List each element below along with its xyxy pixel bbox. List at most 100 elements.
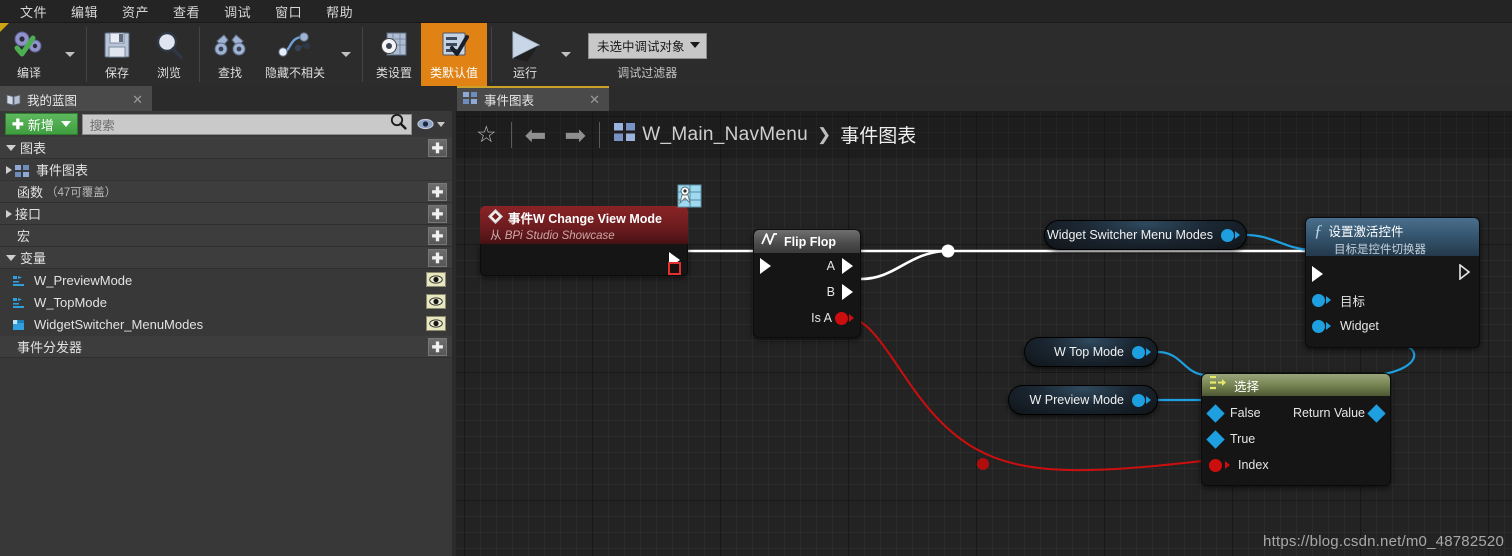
flip-flop-row-isa: Is A [754,305,860,331]
compile-button[interactable]: 编译 [0,23,58,86]
menu-asset[interactable]: 资产 [110,0,161,23]
section-functions[interactable]: 函数 （47可覆盖） ✚ [0,181,452,203]
browse-button[interactable]: 浏览 [143,23,195,86]
visibility-eye-icon-1[interactable] [426,272,446,287]
collapse-triangle-icon-2 [6,209,12,218]
flip-flop-exec-in-pin[interactable] [760,258,771,274]
class-defaults-button[interactable]: 类默认值 [421,23,488,86]
select-pin-return[interactable] [1367,403,1386,423]
menu-debug[interactable]: 调试 [212,0,263,23]
node-get-w-preview-mode[interactable]: W Preview Mode [1008,385,1158,415]
chevron-down-icon-add [60,121,71,127]
book-icon [6,93,21,106]
debug-object-select[interactable]: 未选中调试对象 [588,32,707,59]
variable-w-previewmode[interactable]: W_PreviewMode [0,269,452,291]
set-active-widget-title: 设置激活控件 [1328,225,1404,239]
object-pin-arrow-icon-widget [1326,322,1331,330]
hide-unrelated-dropdown[interactable] [334,23,358,86]
object-pin-icon-2[interactable] [1132,345,1145,359]
search-input[interactable]: 搜索 [81,113,412,135]
play-button[interactable]: 运行 [496,23,554,86]
tab-my-blueprint[interactable]: 我的蓝图 ✕ [0,86,152,111]
menu-edit[interactable]: 编辑 [59,0,110,23]
add-graph-button[interactable]: ✚ [428,139,447,157]
node-event-w-change-view-mode[interactable]: 事件W Change View Mode 从 BPi Studio Showca… [480,184,702,276]
bool-pin-arrow-icon-index [1225,461,1230,469]
expand-triangle-icon [6,144,16,151]
bool-pin-icon [835,311,848,325]
add-new-button[interactable]: ✚ 新增 [5,113,78,135]
close-icon-graph[interactable]: ✕ [586,92,603,108]
close-icon[interactable]: ✕ [129,92,146,108]
breadcrumb-blueprint-name[interactable]: W_Main_NavMenu [642,124,808,146]
menu-window[interactable]: 窗口 [263,0,314,23]
node-flip-flop[interactable]: Flip Flop A B Is A [753,229,861,338]
forward-arrow-icon[interactable]: ➡ [555,122,595,148]
compile-icon [9,28,49,62]
select-pin-index[interactable]: Index [1209,458,1269,472]
breakpoint-stop-icon[interactable] [668,262,681,275]
menu-view[interactable]: 查看 [161,0,212,23]
node-select[interactable]: 选择 False Return Value True Index [1201,373,1391,486]
select-pin-false-label: False [1230,406,1261,420]
play-dropdown[interactable] [554,23,578,86]
object-pin-icon-3[interactable] [1132,393,1145,407]
node-get-widget-switcher-menu-modes[interactable]: Widget Switcher Menu Modes [1044,220,1247,250]
visibility-eye-icon-2[interactable] [426,294,446,309]
node-set-active-widget[interactable]: ƒ 设置激活控件 目标是控件切换器 目标 Widget [1305,217,1480,348]
visibility-filter-button[interactable] [412,118,450,130]
flip-flop-pin-a-label: A [826,259,835,273]
menu-file[interactable]: 文件 [8,0,59,23]
toolbar-divider-3 [362,27,364,82]
add-macro-button[interactable]: ✚ [428,227,447,245]
section-graphs[interactable]: 图表 ✚ [0,137,452,159]
tab-event-graph[interactable]: 事件图表 ✕ [457,86,609,111]
section-macros[interactable]: 宏 ✚ [0,225,452,247]
find-button[interactable]: 查找 [204,23,256,86]
variable-widgetswitcher-menumodes[interactable]: WidgetSwitcher_MenuModes [0,313,452,335]
class-settings-button[interactable]: 类设置 [367,23,421,86]
save-button[interactable]: 保存 [91,23,143,86]
sidebar-item-event-graph[interactable]: 事件图表 [0,159,452,181]
set-active-widget-exec-out-pin[interactable] [1459,262,1471,285]
variable-widgetswitcher-menumodes-label: WidgetSwitcher_MenuModes [34,316,204,332]
add-new-label: 新增 [27,117,54,133]
add-function-button[interactable]: ✚ [428,183,447,201]
breadcrumb-graph-icon [614,123,636,146]
variable-w-topmode[interactable]: W_TopMode [0,291,452,313]
flip-flop-bool-out-pin[interactable] [835,311,854,325]
flipflop-icon [761,232,778,251]
menu-help[interactable]: 帮助 [314,0,365,23]
save-label: 保存 [104,66,129,80]
select-pin-true[interactable]: True [1206,429,1256,449]
add-variable-button[interactable]: ✚ [428,249,447,267]
binoculars-icon [213,28,247,62]
widget-ref-icon [12,318,27,330]
favorite-star-icon[interactable]: ☆ [466,121,507,148]
add-interface-button[interactable]: ✚ [428,205,447,223]
wildcard-pin-icon-true [1206,429,1225,449]
get-w-preview-mode-label: W Preview Mode [1029,393,1124,407]
set-active-widget-target-pin[interactable]: 目标 [1312,291,1365,310]
select-pin-true-label: True [1230,432,1256,446]
flip-flop-exec-out-b-pin[interactable] [842,284,853,300]
exec-pin-icon-in [760,258,771,274]
set-active-widget-widget-pin[interactable]: Widget [1312,319,1379,333]
flip-flop-exec-out-a-pin[interactable] [842,258,853,274]
exec-pin-icon-fn-in [1312,266,1323,282]
compile-dropdown[interactable] [58,23,82,86]
node-get-w-top-mode[interactable]: W Top Mode [1024,337,1158,367]
set-active-widget-exec-in-pin[interactable] [1312,266,1323,282]
select-pin-false[interactable]: False [1206,403,1261,423]
chevron-down-icon-2 [341,52,352,57]
flip-flop-pin-b-label: B [826,285,835,299]
object-pin-icon-1[interactable] [1221,228,1234,242]
graph-canvas[interactable]: ☆ ⬅ ➡ W_Main_NavMenu ❯ 事件图表 事件W Change V… [456,111,1512,556]
section-event-dispatchers[interactable]: 事件分发器 ✚ [0,336,452,358]
hide-unrelated-button[interactable]: 隐藏不相关 [256,23,334,86]
section-variables[interactable]: 变量 ✚ [0,247,452,269]
add-event-dispatcher-button[interactable]: ✚ [428,338,447,356]
visibility-eye-icon-3[interactable] [426,316,446,331]
back-arrow-icon[interactable]: ⬅ [516,122,556,148]
section-interfaces[interactable]: 接口 ✚ [0,203,452,225]
